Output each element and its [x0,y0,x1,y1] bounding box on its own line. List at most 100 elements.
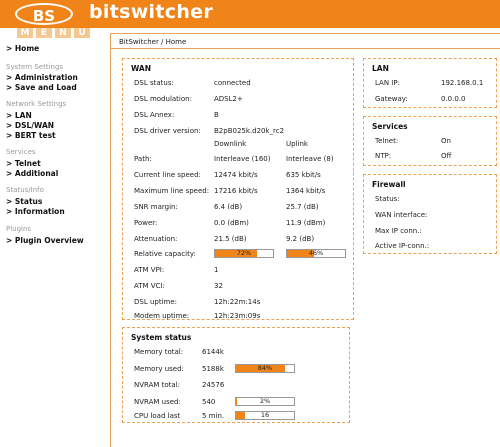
attenuation-label: Attenuation: [134,235,178,243]
capacity-down-bar: 72% [214,249,274,258]
atm-vci-value: 32 [214,282,223,290]
memory-used-label: Memory used: [134,365,184,373]
downlink-header: Downlink [214,140,247,148]
gateway-label: Gateway: [375,95,408,103]
dsl-driver-label: DSL driver version: [134,127,201,135]
sidebar-item-dsl-wan[interactable]: > DSL/WAN [6,121,54,130]
menu-letter-n: N [55,28,71,38]
dsl-uptime-label: DSL uptime: [134,298,178,306]
dsl-status-value: connected [214,79,251,87]
bs-logo[interactable]: BS [15,3,73,25]
atm-vpi-value: 1 [214,266,219,274]
power-down: 0.0 (dBm) [214,219,249,227]
lan-ip-value: 192.168.0.1 [441,79,484,87]
sidebar-item-lan[interactable]: > LAN [6,111,32,120]
dsl-uptime-value: 12h:22m:14s [214,298,261,306]
sidebar-item-bert-test[interactable]: > BERT test [6,131,56,140]
capacity-up-bar: 46% [286,249,346,258]
gateway-value: 0.0.0.0 [441,95,466,103]
snr-up: 25.7 (dB) [286,203,319,211]
nvram-used-text: 2% [259,397,271,405]
sidebar-head-plugins: Plugins [6,225,32,233]
ntp-label: NTP: [375,152,392,160]
dsl-annex-label: DSL Annex: [134,111,175,119]
nvram-total-value: 24576 [202,381,225,389]
sidebar-head-network-settings: Network Settings [6,100,67,108]
menu-letter-e: E [36,28,52,38]
firewall-box: Firewall Status: WAN interface: Max IP c… [363,174,497,254]
power-label: Power: [134,219,158,227]
memory-total-label: Memory total: [134,348,184,356]
wan-interface-label: WAN interface: [375,211,428,219]
telnet-value: On [441,137,451,145]
capacity-label: Relative capacity: [134,250,196,258]
nvram-used-bar: 2% [235,397,295,406]
menu-letter-m: M [17,28,33,38]
atm-vci-label: ATM VCI: [134,282,165,290]
cpu-load-bar: 16 [235,411,295,420]
sidebar-item-information[interactable]: > Information [6,207,65,216]
path-up: Interleave (8) [286,155,334,163]
sidebar-head-system-settings: System Settings [6,63,64,71]
wan-box: WAN DSL status: connected DSL modulation… [122,58,354,320]
max-speed-label: Maximum line speed: [134,187,210,195]
capacity-down-text: 72% [236,249,252,257]
path-down: Interleave (160) [214,155,271,163]
sidebar-item-status[interactable]: > Status [6,197,42,206]
modem-uptime-value: 12h:23m:09s [214,312,261,320]
max-speed-up: 1364 kbit/s [286,187,326,195]
sidebar-head-status-info: Status/Info [6,186,44,194]
services-title: Services [372,122,408,131]
power-up: 11.9 (dBm) [286,219,326,227]
sidebar-item-plugin-overview[interactable]: > Plugin Overview [6,236,84,245]
lan-ip-label: LAN IP: [375,79,400,87]
memory-used-bar: 84% [235,364,295,373]
breadcrumb: BitSwitcher / Home [119,38,187,46]
modem-uptime-label: Modem uptime: [134,312,190,320]
sidebar-item-save-and-load[interactable]: > Save and Load [6,83,77,92]
main-panel: BitSwitcher / Home WAN DSL status: conne… [110,33,500,447]
brand-title: bitswitcher [89,1,213,23]
sidebar-item-additional[interactable]: > Additional [6,169,58,178]
memory-used-text: 84% [257,364,273,372]
attenuation-down: 21.5 (dB) [214,235,247,243]
wan-title: WAN [131,64,152,73]
nvram-used-label: NVRAM used: [134,398,181,406]
sidebar-item-telnet[interactable]: > Telnet [6,159,41,168]
snr-label: SNR margin: [134,203,178,211]
max-speed-down: 17216 kbit/s [214,187,258,195]
attenuation-up: 9.2 (dB) [286,235,315,243]
uplink-header: Uplink [286,140,308,148]
memory-used-value: 5188k [202,365,224,373]
dsl-status-label: DSL status: [134,79,174,87]
system-status-box: System status Memory total: 6144k Memory… [122,327,350,423]
current-speed-down: 12474 kbit/s [214,171,258,179]
active-ip-conn-label: Active IP-conn.: [375,242,430,250]
dsl-modulation-label: DSL modulation: [134,95,192,103]
header-bar: BS bitswitcher [0,0,500,28]
nvram-total-label: NVRAM total: [134,381,181,389]
nvram-used-value: 540 [202,398,216,406]
dsl-driver-value: B2pB025k.d20k_rc2 [214,127,285,135]
lan-title: LAN [372,64,389,73]
lan-box: LAN LAN IP: 192.168.0.1 Gateway: 0.0.0.0 [363,58,497,108]
breadcrumb-divider [111,48,500,49]
services-box: Services Telnet: On NTP: Off [363,116,497,166]
cpu-load-label: CPU load last [134,412,181,420]
cpu-load-value: 5 min. [202,412,225,420]
capacity-up-text: 46% [308,249,324,257]
system-status-title: System status [131,333,192,342]
cpu-load-text: 16 [260,411,270,419]
snr-down: 6.4 (dB) [214,203,243,211]
sidebar-item-administration[interactable]: > Administration [6,73,78,82]
current-speed-label: Current line speed: [134,171,201,179]
firewall-status-label: Status: [375,195,400,203]
atm-vpi-label: ATM VPI: [134,266,165,274]
dsl-annex-value: B [214,111,219,119]
sidebar-item-home[interactable]: > Home [6,44,39,53]
ntp-value: Off [441,152,452,160]
dsl-modulation-value: ADSL2+ [214,95,243,103]
menu-letter-u: U [74,28,90,38]
sidebar-head-services: Services [6,148,36,156]
path-label: Path: [134,155,152,163]
